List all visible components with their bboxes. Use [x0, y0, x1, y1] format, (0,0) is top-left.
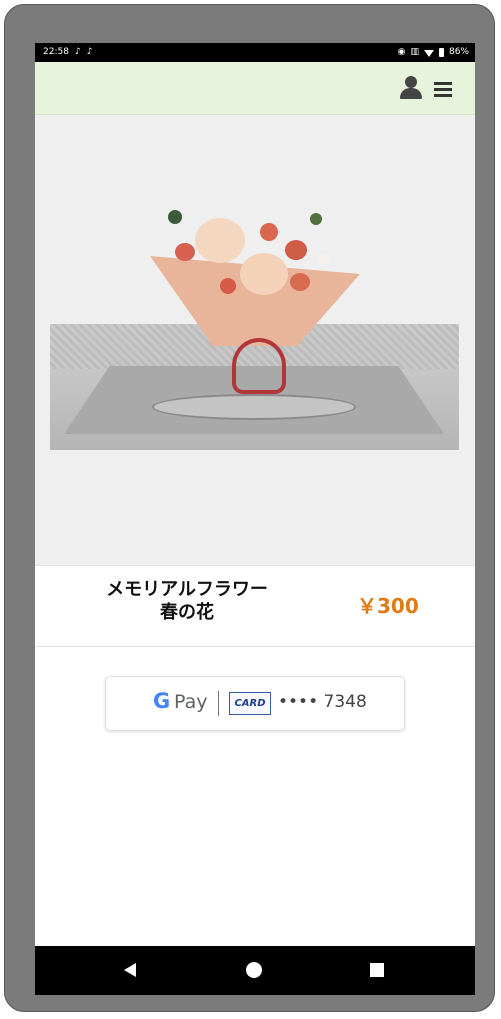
google-g-icon: G [153, 689, 171, 713]
google-pay-button[interactable]: G Pay CARD •••• 7348 [105, 676, 405, 731]
product-name-line2: 春の花 [160, 602, 214, 623]
app-header [35, 62, 475, 115]
tiktok-icon: ♪ [74, 47, 81, 57]
status-right: ◉ ▥ 86% [398, 43, 469, 62]
phone-frame: 22:58 ♪ ♪ ◉ ▥ 86% メモリアルフラワー 春の花 ￥300 G P… [4, 4, 495, 1012]
signal-icon: ▥ [410, 47, 419, 57]
user-icon-body [400, 88, 422, 99]
product-info-row: メモリアルフラワー 春の花 ￥300 [35, 565, 475, 647]
battery-percentage: 86% [448, 47, 469, 57]
product-name-line1: メモリアルフラワー [106, 579, 268, 600]
wifi-icon [423, 49, 434, 57]
recents-icon[interactable] [370, 963, 384, 977]
status-left: 22:58 ♪ ♪ [43, 43, 92, 62]
bouquet-image [150, 198, 360, 398]
card-brand-icon: CARD [229, 692, 271, 715]
status-bar: 22:58 ♪ ♪ ◉ ▥ 86% [35, 43, 475, 62]
status-time: 22:58 [43, 47, 69, 57]
android-nav-bar [35, 946, 475, 995]
screen: 22:58 ♪ ♪ ◉ ▥ 86% メモリアルフラワー 春の花 ￥300 G P… [35, 43, 475, 995]
user-icon[interactable] [400, 76, 422, 100]
product-image [35, 115, 475, 565]
product-name: メモリアルフラワー 春の花 [65, 578, 309, 624]
vibrate-icon: ◉ [397, 47, 406, 57]
battery-icon [438, 48, 444, 57]
menu-icon[interactable] [434, 82, 452, 97]
tiktok-icon: ♪ [86, 47, 93, 57]
google-pay-separator [218, 691, 219, 716]
back-icon[interactable] [124, 963, 136, 977]
home-icon[interactable] [246, 962, 262, 978]
card-number: •••• 7348 [278, 692, 367, 712]
bouquet-ribbon [232, 338, 286, 394]
google-pay-label: Pay [174, 691, 208, 713]
product-price: ￥300 [357, 594, 419, 618]
user-icon-head [405, 76, 417, 88]
